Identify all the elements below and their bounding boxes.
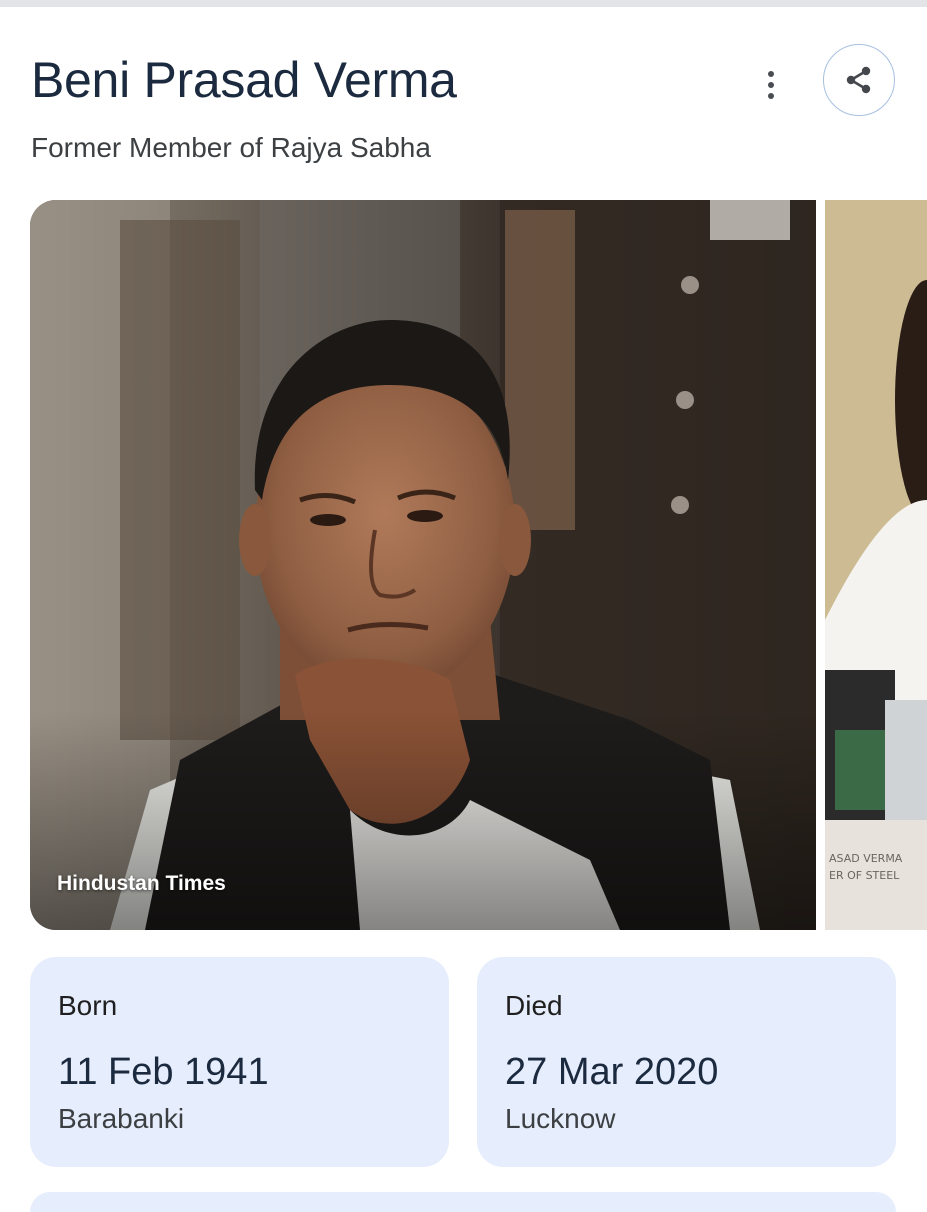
entity-subtitle: Former Member of Rajya Sabha — [31, 132, 431, 163]
image-source-credit: Hindustan Times — [57, 872, 226, 895]
more-vert-icon — [768, 71, 774, 99]
top-divider — [0, 0, 927, 7]
portrait-image — [30, 200, 816, 930]
died-card[interactable]: Died 27 Mar 2020 Lucknow — [477, 957, 896, 1167]
secondary-photo[interactable]: ASAD VERMA ER OF STEEL — [825, 200, 927, 930]
born-date: 11 Feb 1941 — [58, 1051, 269, 1093]
next-card-edge — [30, 1192, 896, 1212]
main-photo[interactable]: Hindustan Times — [30, 200, 816, 930]
secondary-photo-image — [825, 200, 927, 930]
born-label: Born — [58, 990, 118, 1021]
entity-title: Beni Prasad Verma — [31, 52, 457, 108]
share-icon — [846, 66, 871, 94]
born-place: Barabanki — [58, 1103, 185, 1134]
died-label: Died — [505, 990, 563, 1021]
born-card[interactable]: Born 11 Feb 1941 Barabanki — [30, 957, 449, 1167]
secondary-photo-caption: ASAD VERMA ER OF STEEL — [829, 852, 903, 882]
died-place: Lucknow — [505, 1103, 616, 1134]
more-options-button[interactable] — [750, 64, 792, 106]
died-date: 27 Mar 2020 — [505, 1051, 719, 1093]
share-button[interactable] — [823, 44, 895, 116]
